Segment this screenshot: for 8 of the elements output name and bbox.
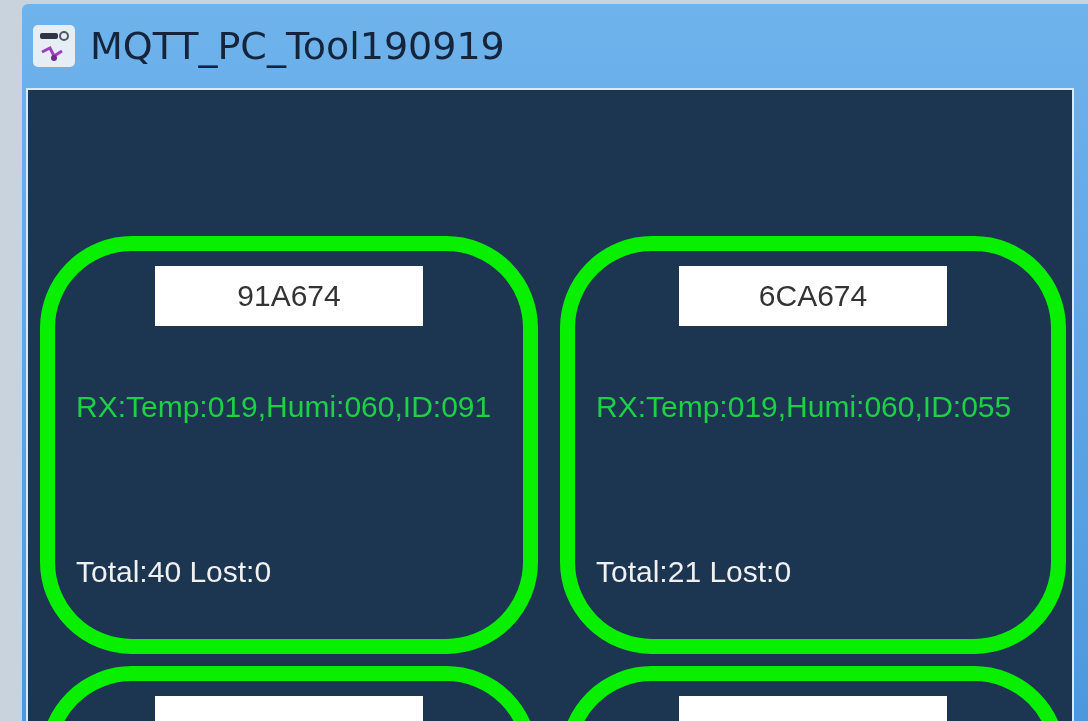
device-name: 91A674 — [155, 266, 423, 326]
packet-stats: Total:40 Lost:0 — [76, 555, 272, 589]
rx-message: RX:Temp:019,Humi:060,ID:055 — [596, 389, 1013, 425]
rx-message: RX:Temp:019,Humi:060,ID:091 — [76, 389, 493, 425]
app-icon — [32, 24, 76, 68]
packet-stats: Total:21 Lost:0 — [596, 555, 792, 589]
window-title: MQTT_PC_Tool190919 — [90, 24, 505, 68]
device-name: 6CA674 — [679, 266, 947, 326]
